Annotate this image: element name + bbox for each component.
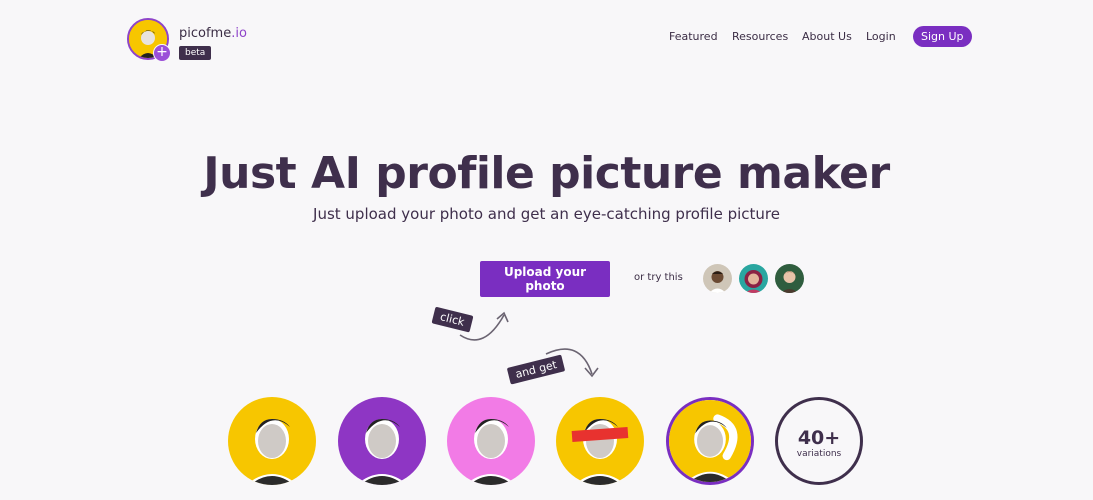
variations-count: 40+ [797,427,841,449]
nav-login[interactable]: Login [866,30,896,43]
sample-photo-2[interactable] [739,264,768,293]
page-subtitle: Just upload your photo and get an eye-ca… [313,205,780,223]
arrow-up-icon [459,311,509,341]
plus-icon: + [153,44,171,62]
arrow-down-icon [545,348,599,378]
brand-name[interactable]: picofme.io [179,26,247,41]
variation-avatar-red-bar[interactable] [556,397,644,485]
brand-name-text: picofme [179,26,232,41]
nav-about-us[interactable]: About Us [802,30,852,43]
variation-avatar-purple[interactable] [338,397,426,485]
variation-avatar-yellow[interactable] [228,397,316,485]
brand-tld: .io [231,26,247,41]
page: + picofme.io beta Featured Resources Abo… [0,0,1093,500]
variations-count-badge: 40+ variations [775,397,863,485]
nav-featured[interactable]: Featured [669,30,718,43]
logo[interactable]: + [127,18,171,62]
upload-photo-button[interactable]: Upload your photo [480,261,610,297]
page-title: Just AI profile picture maker [203,148,890,199]
variation-avatar-pink[interactable] [447,397,535,485]
signup-button[interactable]: Sign Up [913,26,972,47]
variation-avatar-outlined[interactable] [666,397,754,485]
nav-resources[interactable]: Resources [732,30,788,43]
try-label: or try this [634,272,683,283]
variations-label: variations [796,449,842,459]
sample-photo-1[interactable] [703,264,732,293]
beta-badge: beta [179,46,212,60]
sample-photo-3[interactable] [775,264,804,293]
